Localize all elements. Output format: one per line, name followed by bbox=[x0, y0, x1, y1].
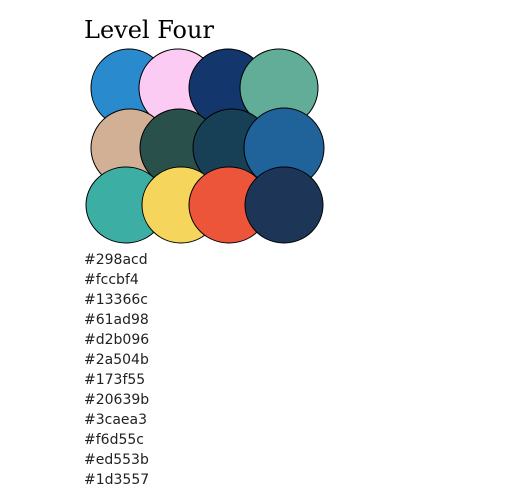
hex-code-11: #ed553b bbox=[84, 452, 149, 468]
hex-code-9: #3caea3 bbox=[84, 412, 148, 428]
hex-code-5: #d2b096 bbox=[84, 332, 150, 348]
hex-code-7: #173f55 bbox=[84, 372, 146, 388]
hex-code-1: #298acd bbox=[84, 252, 148, 268]
hex-code-4: #61ad98 bbox=[84, 312, 149, 328]
hex-code-list: #298acd #fccbf4 #13366c #61ad98 #d2b096 … bbox=[84, 250, 149, 490]
hex-code-10: #f6d55c bbox=[84, 432, 144, 448]
hex-code-6: #2a504b bbox=[84, 352, 149, 368]
hex-code-12: #1d3557 bbox=[84, 472, 150, 488]
swatch-canvas bbox=[85, 48, 325, 244]
hex-code-2: #fccbf4 bbox=[84, 272, 139, 288]
hex-code-3: #13366c bbox=[84, 292, 148, 308]
color-swatch-12 bbox=[244, 166, 324, 244]
color-palette bbox=[0, 0, 532, 494]
hex-code-8: #20639b bbox=[84, 392, 150, 408]
